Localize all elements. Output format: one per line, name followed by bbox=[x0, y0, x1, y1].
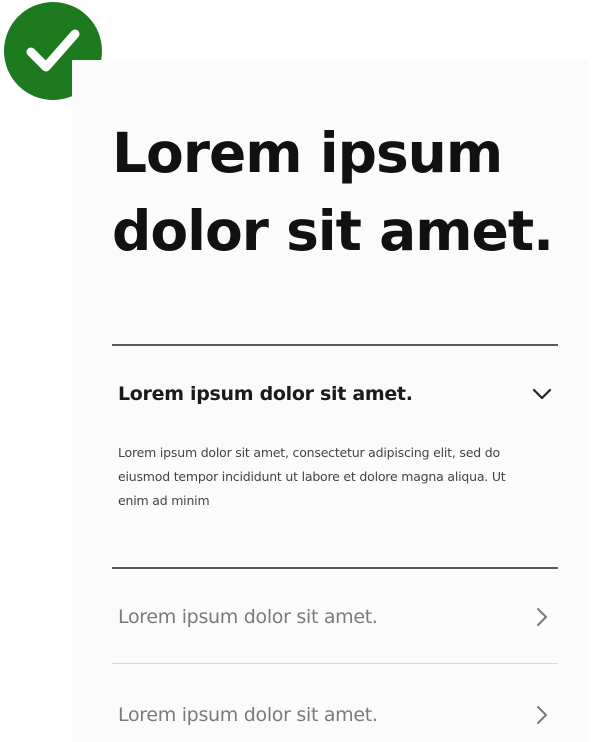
chevron-right-icon[interactable] bbox=[530, 605, 554, 629]
accordion-item-3-title: Lorem ipsum dolor sit amet. bbox=[118, 704, 378, 726]
accordion-item-1-title: Lorem ipsum dolor sit amet. bbox=[118, 383, 413, 405]
section-divider bbox=[112, 567, 558, 569]
section-divider bbox=[112, 663, 558, 664]
page: Lorem ipsum dolor sit amet. Lorem ipsum … bbox=[0, 0, 594, 742]
section-divider bbox=[112, 344, 558, 346]
accordion-item-2-title: Lorem ipsum dolor sit amet. bbox=[118, 606, 378, 628]
chevron-down-icon[interactable] bbox=[530, 382, 554, 406]
accordion-item-2-header[interactable]: Lorem ipsum dolor sit amet. bbox=[118, 602, 558, 632]
page-title: Lorem ipsum dolor sit amet. bbox=[112, 121, 554, 263]
accordion-item-1-body: Lorem ipsum dolor sit amet, consectetur … bbox=[118, 445, 506, 508]
chevron-right-icon[interactable] bbox=[530, 703, 554, 727]
accordion-item-1-header[interactable]: Lorem ipsum dolor sit amet. bbox=[118, 379, 558, 409]
accordion-item-3-header[interactable]: Lorem ipsum dolor sit amet. bbox=[118, 700, 558, 730]
